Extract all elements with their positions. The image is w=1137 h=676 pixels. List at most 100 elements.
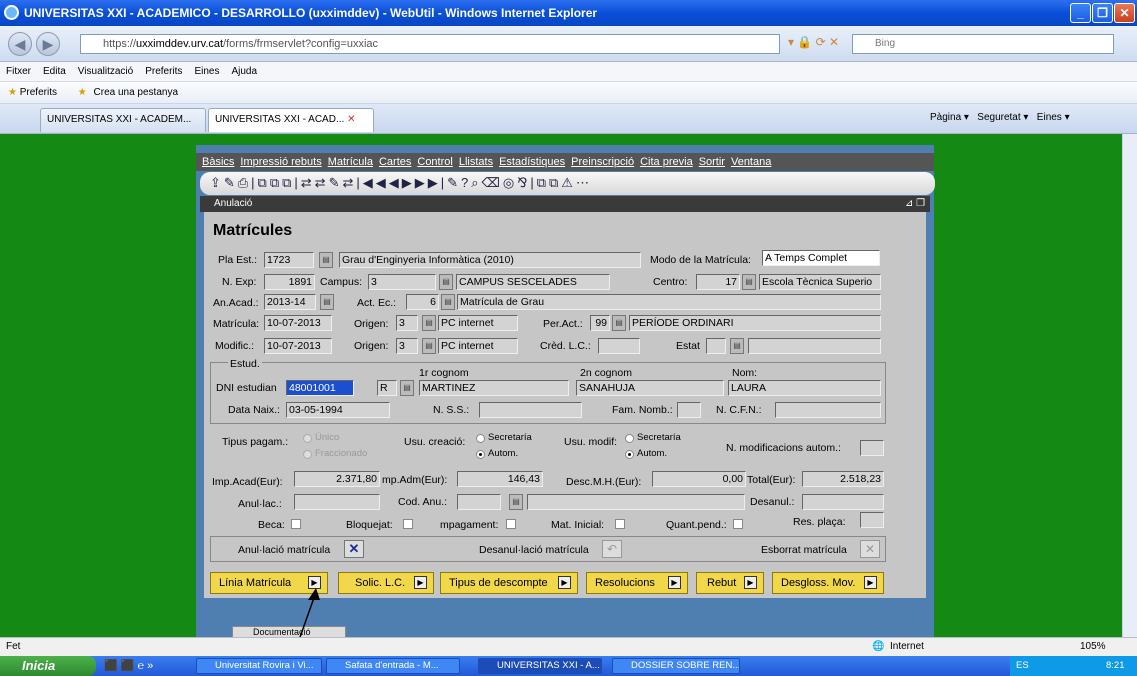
nom-field[interactable]: LAURA: [728, 380, 881, 396]
lock-icon[interactable]: ▾ 🔒 ⟳ ✕: [788, 35, 848, 53]
modo-select[interactable]: A Temps Complet: [762, 250, 880, 266]
codanu-field[interactable]: [457, 494, 501, 510]
fracc-radio[interactable]: [303, 450, 312, 459]
impag-checkbox[interactable]: [506, 519, 516, 529]
list-icon[interactable]: ▤: [422, 315, 436, 331]
tipus-descompte-button[interactable]: Tipus de descompte ▶: [440, 572, 578, 594]
pla-est-field[interactable]: 1723: [264, 252, 314, 268]
estat-desc-field[interactable]: [748, 338, 881, 354]
solic-lc-button[interactable]: Solic. L.C. ▶: [338, 572, 434, 594]
tools-menu[interactable]: Eines: [1037, 112, 1062, 123]
impacad-field[interactable]: 2.371,80: [294, 471, 380, 487]
anullac-field[interactable]: [294, 494, 380, 510]
language-indicator[interactable]: ES: [1016, 660, 1029, 671]
dni-letter-field[interactable]: R: [377, 380, 397, 396]
usucre-autom-radio[interactable]: [476, 450, 485, 459]
app-menu-preinscripcio[interactable]: Preinscripció: [571, 156, 634, 168]
rebut-button[interactable]: Rebut ▶: [696, 572, 764, 594]
codanu-desc-field[interactable]: [527, 494, 745, 510]
zoom-control[interactable]: 105%: [1080, 638, 1106, 656]
list-icon[interactable]: ▤: [320, 294, 334, 310]
taskbar-item-uxxi[interactable]: UNIVERSITAS XXI - A...: [478, 658, 602, 674]
forward-icon[interactable]: ▶: [36, 32, 60, 56]
new-tab-link[interactable]: Crea una pestanya: [94, 87, 179, 98]
close-button[interactable]: ✕: [1114, 3, 1135, 23]
minimize-button[interactable]: _: [1070, 3, 1091, 23]
datanaix-field[interactable]: 03-05-1994: [286, 402, 390, 418]
usucre-secretaria-radio[interactable]: [476, 434, 485, 443]
list-icon[interactable]: ▤: [422, 338, 436, 354]
resolucions-button[interactable]: Resolucions ▶: [586, 572, 688, 594]
close-tab-icon[interactable]: ✕: [347, 114, 355, 125]
origen1-field[interactable]: 3: [396, 315, 418, 331]
list-icon[interactable]: ▤: [439, 274, 453, 290]
list-icon[interactable]: ▤: [730, 338, 744, 354]
page-menu[interactable]: Pàgina: [930, 112, 961, 123]
app-menu-estadistiques[interactable]: Estadístiques: [499, 156, 565, 168]
app-toolbar[interactable]: ⇪✎⎙|⧉⧉⧉|⇄⇄✎⇄|◀◀◀▶▶▶|✎?⌕⌫◎⅋|⧉⧉⚠⋯: [200, 172, 935, 195]
dni-field[interactable]: 48001001: [286, 380, 354, 396]
app-menu-llistats[interactable]: Llistats: [459, 156, 493, 168]
menu-fitxer[interactable]: Fitxer: [6, 66, 31, 77]
pla-desc-field[interactable]: Grau d'Enginyeria Informàtica (2010): [339, 252, 641, 268]
cred-field[interactable]: [598, 338, 640, 354]
maximize-button[interactable]: ❐: [1092, 3, 1113, 23]
cog2-field[interactable]: SANAHUJA: [576, 380, 724, 396]
app-menu-cita[interactable]: Cita previa: [640, 156, 693, 168]
origen1-desc-field[interactable]: PC internet: [438, 315, 518, 331]
menu-eines[interactable]: Eines: [194, 66, 219, 77]
list-icon[interactable]: ▤: [742, 274, 756, 290]
beca-checkbox[interactable]: [291, 519, 301, 529]
descmh-field[interactable]: 0,00: [652, 471, 746, 487]
tab-2-active[interactable]: UNIVERSITAS XXI - ACAD... ✕: [208, 108, 374, 132]
famnomb-field[interactable]: [677, 402, 701, 418]
peract-desc-field[interactable]: PERÍODE ORDINARI: [629, 315, 881, 331]
taskbar-item-dossier[interactable]: DOSSIER SOBRE REN...: [612, 658, 740, 674]
nexp-field[interactable]: 1891: [264, 274, 315, 290]
search-input[interactable]: Bing: [852, 34, 1114, 54]
app-menu-basics[interactable]: Bàsics: [202, 156, 234, 168]
origen2-desc-field[interactable]: PC internet: [438, 338, 518, 354]
app-menu-control[interactable]: Control: [417, 156, 452, 168]
tab-1[interactable]: UNIVERSITAS XXI - ACADEM...: [40, 108, 206, 132]
quant-checkbox[interactable]: [733, 519, 743, 529]
menu-edita[interactable]: Edita: [43, 66, 66, 77]
unico-radio[interactable]: [303, 434, 312, 443]
centro-desc-field[interactable]: Escola Tècnica Superio: [759, 274, 881, 290]
taskbar-item-mail[interactable]: Safata d'entrada - M...: [326, 658, 460, 674]
total-field[interactable]: 2.518,23: [802, 471, 884, 487]
menu-visualitzacio[interactable]: Visualització: [78, 66, 133, 77]
estat-field[interactable]: [706, 338, 726, 354]
app-menu-impressio[interactable]: Impressió rebuts: [240, 156, 321, 168]
list-icon[interactable]: ▤: [400, 380, 414, 396]
campus-field[interactable]: 3: [368, 274, 436, 290]
app-menu-cartes[interactable]: Cartes: [379, 156, 411, 168]
ncfn-field[interactable]: [775, 402, 881, 418]
app-menu-ventana[interactable]: Ventana: [731, 156, 771, 168]
list-icon[interactable]: ▤: [509, 494, 523, 510]
taskbar-item-urv[interactable]: Universitat Rovira i Vi...: [196, 658, 322, 674]
undo-icon[interactable]: ↶: [602, 540, 622, 558]
start-button[interactable]: Inicia: [0, 656, 96, 676]
menu-preferits[interactable]: Preferits: [145, 66, 182, 77]
peract-field[interactable]: 99: [590, 315, 610, 331]
vertical-scrollbar[interactable]: [1122, 134, 1137, 637]
usumod-secretaria-radio[interactable]: [625, 434, 634, 443]
centro-field[interactable]: 17: [696, 274, 740, 290]
bloq-checkbox[interactable]: [403, 519, 413, 529]
actec-field[interactable]: 6: [406, 294, 439, 310]
desgloss-button[interactable]: Desgloss. Mov. ▶: [772, 572, 884, 594]
anul-mat-button[interactable]: ✕: [344, 540, 364, 558]
impadm-field[interactable]: 146,43: [457, 471, 543, 487]
delete-icon[interactable]: ✕: [860, 540, 880, 558]
usumod-autom-radio[interactable]: [625, 450, 634, 459]
add-favorite-icon[interactable]: ★: [78, 87, 87, 98]
campus-desc-field[interactable]: CAMPUS SESCELADES: [456, 274, 610, 290]
modific-date-field[interactable]: 10-07-2013: [264, 338, 332, 354]
nss-field[interactable]: [479, 402, 582, 418]
actec-desc-field[interactable]: Matrícula de Grau: [457, 294, 881, 310]
favorites-button[interactable]: Preferits: [20, 87, 57, 98]
list-icon[interactable]: ▤: [319, 252, 333, 268]
quicklaunch-icons[interactable]: ⬛ ⬛ ℮ »: [104, 656, 184, 676]
list-icon[interactable]: ▤: [612, 315, 626, 331]
